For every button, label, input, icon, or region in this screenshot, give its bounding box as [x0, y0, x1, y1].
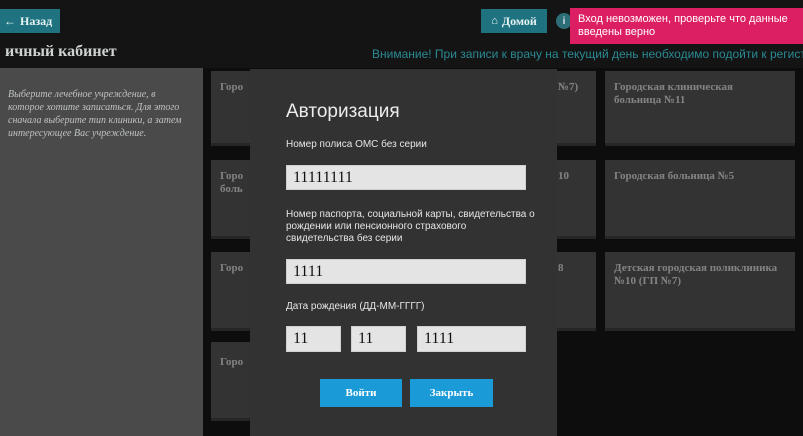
document-label: Номер паспорта, социальной карты, свидет…	[286, 209, 535, 244]
dob-month-input[interactable]: 11	[351, 326, 406, 352]
login-button[interactable]: Войти	[320, 379, 402, 407]
home-button[interactable]: ⌂ Домой	[481, 9, 547, 33]
sidebar-instructions: Выберите лечебное учреждение, в которое …	[8, 89, 182, 139]
polis-label: Номер полиса ОМС без серии	[286, 139, 427, 150]
error-alert-text: Вход невозможен, проверьте что данные вв…	[578, 13, 788, 38]
polis-input[interactable]: 11111111	[286, 165, 526, 190]
home-label: Домой	[501, 13, 537, 28]
dob-label: Дата рождения (ДД-ММ-ГГГГ)	[286, 301, 425, 312]
document-input[interactable]: 1111	[286, 259, 526, 284]
modal-title: Авторизация	[286, 101, 400, 122]
back-button[interactable]: ← Назад	[0, 9, 60, 33]
dob-year-input[interactable]: 1111	[417, 326, 526, 352]
error-alert: Вход невозможен, проверьте что данные вв…	[570, 8, 803, 44]
page-title: ичный кабинет	[5, 43, 117, 60]
back-label: Назад	[20, 13, 53, 28]
auth-modal: Авторизация Номер полиса ОМС без серии 1…	[250, 69, 557, 436]
notice-text: Внимание! При записи к врачу на текущий …	[372, 47, 803, 61]
home-icon: ⌂	[491, 15, 498, 27]
close-button[interactable]: Закрыть	[410, 379, 493, 407]
dob-day-input[interactable]: 11	[286, 326, 341, 352]
arrow-left-icon: ←	[4, 13, 16, 28]
